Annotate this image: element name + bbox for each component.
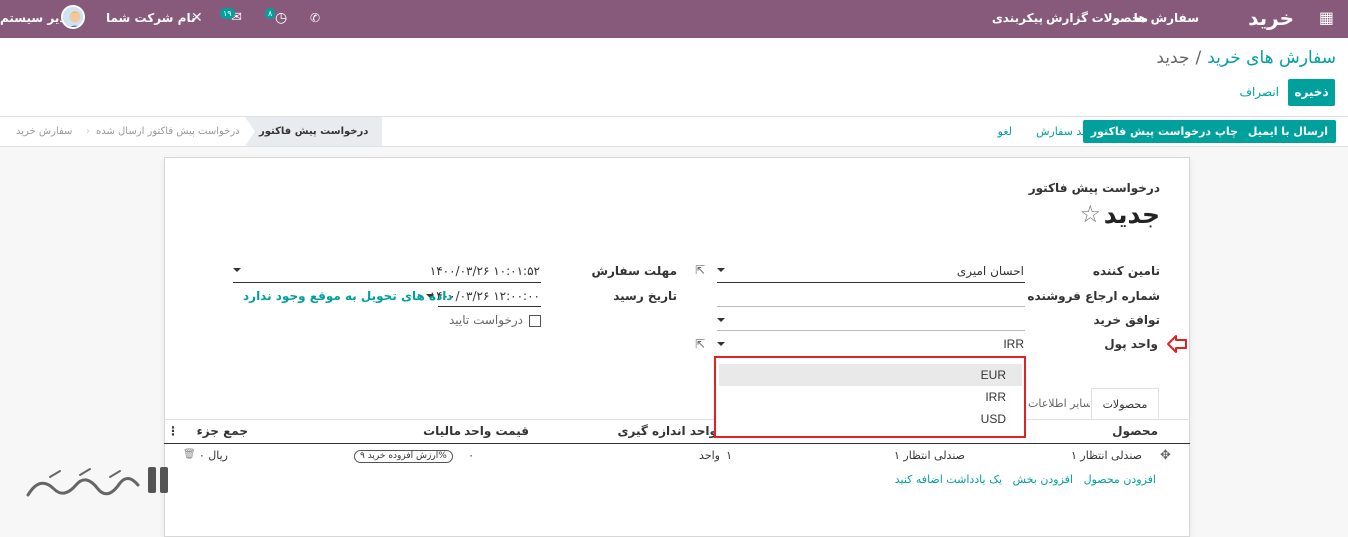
external-link-icon[interactable]: ⇱ — [695, 337, 705, 351]
tab-products[interactable]: محصولات — [1091, 388, 1159, 419]
stage-chevron-icon: › — [235, 126, 239, 137]
menu-configuration[interactable]: پیکربندی — [992, 0, 1043, 38]
external-link-icon[interactable]: ⇱ — [695, 263, 705, 277]
line-unit-price[interactable]: ۰ — [468, 449, 474, 462]
tab-other-info[interactable]: سایر اطلاعات — [1028, 388, 1090, 419]
vendor-underline — [717, 282, 1025, 283]
stage-rfq[interactable]: درخواست پیش فاکتور — [245, 117, 383, 146]
clock-icon[interactable]: ◷ — [275, 0, 287, 38]
apps-menu-icon[interactable]: ▦ — [1319, 0, 1334, 38]
vendor-field[interactable]: احسان امیری — [957, 264, 1024, 278]
receipt-date-label: تاریخ رسید — [613, 289, 677, 303]
menu-products[interactable]: محصولات — [1092, 0, 1148, 38]
line-uom[interactable]: واحد — [699, 449, 720, 462]
currency-dropdown-caret[interactable] — [717, 342, 725, 346]
phone-icon[interactable]: ✆ — [310, 0, 320, 38]
watermark-logo — [26, 467, 168, 497]
add-product-link[interactable]: افزودن محصول — [1084, 473, 1156, 486]
ask-confirmation-checkbox[interactable] — [529, 315, 541, 327]
chat-icon[interactable]: ✉ — [231, 0, 242, 38]
star-icon[interactable]: ☆ — [1079, 200, 1101, 228]
trash-icon[interactable]: 🗑 — [183, 449, 196, 460]
column-options-icon[interactable]: ⋮ — [167, 424, 179, 438]
currency-option-eur[interactable]: EUR — [719, 364, 1022, 386]
top-navbar: ▦ خرید سفارش ها محصولات گزارش پیکربندی ✆… — [0, 0, 1348, 38]
currency-option-usd[interactable]: USD — [719, 408, 1022, 430]
drag-handle-icon[interactable]: ✥ — [1160, 448, 1171, 463]
discard-button[interactable]: انصراف — [1240, 79, 1279, 106]
vendor-ref-field[interactable] — [717, 306, 1025, 307]
currency-field[interactable]: IRR — [1003, 337, 1024, 351]
company-name[interactable]: نام شرکت شما — [106, 0, 195, 38]
line-description[interactable]: صندلی انتظار ۱ — [894, 449, 965, 462]
currency-label: واحد پول — [1104, 337, 1158, 351]
column-product[interactable]: محصول — [1112, 424, 1158, 438]
agreement-field[interactable] — [717, 330, 1025, 331]
order-deadline-underline — [233, 282, 541, 283]
stage-purchase-order[interactable]: سفارش خرید — [16, 117, 72, 146]
column-unit-price[interactable]: قیمت واحد — [464, 424, 529, 438]
app-brand[interactable]: خرید — [1248, 0, 1294, 38]
table-header-line — [164, 443, 1190, 444]
tax-tag[interactable]: ارزش افزوده خرید ۹% — [354, 450, 453, 463]
order-deadline-field[interactable]: ۱۴۰۰/۰۳/۲۶ ۱۰:۰۱:۵۲ — [430, 264, 540, 278]
messages-badge: ۱۹ — [220, 8, 235, 19]
print-rfq-button[interactable]: چاپ درخواست پیش فاکتور — [1082, 120, 1246, 143]
on-time-delivery-info: داده های تحویل به موقع وجود ندارد — [243, 289, 453, 303]
order-deadline-label: مهلت سفارش — [591, 264, 677, 278]
breadcrumb-separator: / — [1195, 48, 1202, 68]
agreement-label: توافق خرید — [1093, 313, 1160, 327]
tabs-divider — [164, 419, 1190, 420]
column-taxes[interactable]: مالیات — [423, 424, 461, 438]
save-button[interactable]: ذخیره — [1288, 79, 1335, 106]
send-by-email-button[interactable]: ارسال با ایمیل — [1239, 120, 1336, 143]
document-type: درخواست پیش فاکتور — [1028, 181, 1160, 195]
breadcrumb: سفارش های خرید/جدید — [1156, 48, 1336, 68]
cancel-button[interactable]: لغو — [998, 120, 1012, 143]
red-arrow-icon — [1167, 335, 1187, 353]
ask-confirmation-label: درخواست تایید — [449, 313, 523, 327]
currency-dropdown: EUR IRR USD — [714, 356, 1026, 438]
avatar[interactable] — [61, 5, 85, 29]
confirm-order-button[interactable]: تایید سفارش — [1036, 120, 1095, 143]
add-section-link[interactable]: افزودن بخش — [1013, 473, 1073, 486]
line-product[interactable]: صندلی انتظار ۱ — [1071, 449, 1142, 462]
column-subtotal[interactable]: جمع جزء — [197, 424, 248, 438]
line-subtotal: ۰ ریال — [198, 449, 228, 462]
column-uom[interactable]: واحد اندازه گیری — [617, 424, 717, 438]
vendor-label: تامین کننده — [1092, 264, 1160, 278]
activity-badge: ۸ — [265, 8, 276, 19]
vendor-dropdown-caret[interactable] — [717, 268, 725, 272]
stage-rfq-sent[interactable]: درخواست پیش فاکتور ارسال شده — [96, 117, 240, 146]
line-quantity[interactable]: ۱ — [726, 449, 732, 462]
currency-option-irr[interactable]: IRR — [719, 386, 1022, 408]
agreement-dropdown-caret[interactable] — [717, 318, 725, 322]
breadcrumb-parent[interactable]: سفارش های خرید — [1207, 48, 1336, 68]
receipt-date-underline — [438, 306, 541, 307]
record-title: جدید — [1103, 200, 1160, 229]
stage-chevron-icon: › — [86, 126, 90, 137]
order-deadline-caret[interactable] — [233, 268, 241, 272]
breadcrumb-current: جدید — [1156, 48, 1190, 68]
menu-reporting[interactable]: گزارش — [1046, 0, 1088, 38]
add-note-link[interactable]: یک یادداشت اضافه کنید — [895, 473, 1002, 486]
vendor-ref-label: شماره ارجاع فروشنده — [1027, 289, 1160, 303]
